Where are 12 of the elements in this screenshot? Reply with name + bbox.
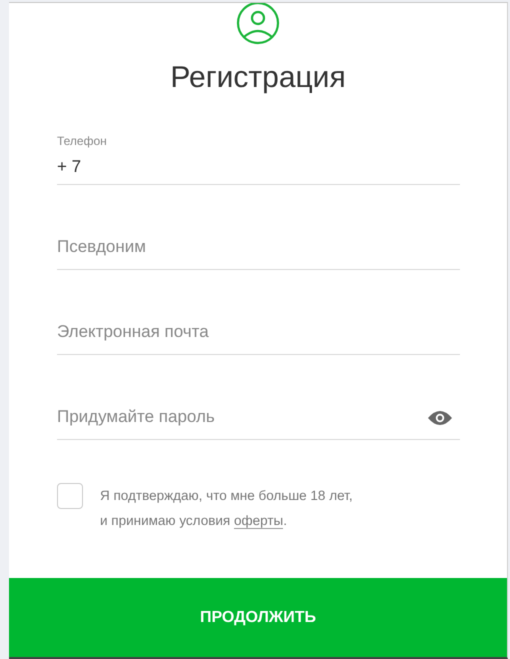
field-label: Телефон	[57, 133, 108, 149]
phone-field[interactable]: + 7	[57, 149, 460, 185]
page-title: Регистрация	[170, 60, 346, 96]
password-field[interactable]: Придумайте пароль	[57, 395, 460, 440]
agreement-text: Я подтверждаю, что мне больше 18 лет, и принимаю условия оферты.	[100, 487, 353, 531]
user-icon	[236, 3, 280, 45]
eye-icon[interactable]	[428, 410, 452, 426]
offer-link[interactable]: оферты	[234, 513, 284, 529]
continue-button[interactable]: ПРОДОЛЖИТЬ	[9, 578, 507, 657]
nickname-field[interactable]: Псевдоним	[57, 225, 460, 270]
agree-checkbox[interactable]	[57, 483, 83, 509]
email-field[interactable]: Электронная почта	[57, 310, 460, 355]
